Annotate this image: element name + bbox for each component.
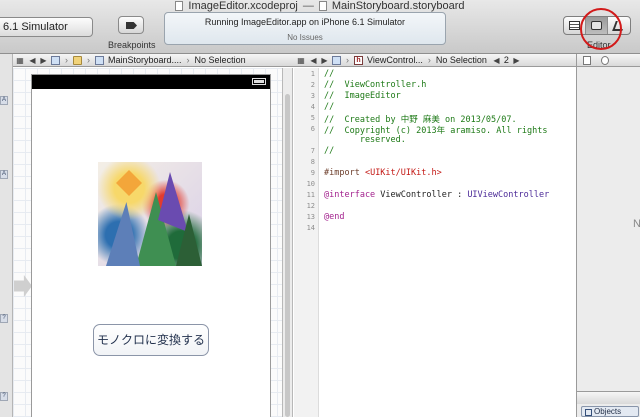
file-inspector-icon[interactable] <box>583 56 591 65</box>
line-number: 14 <box>306 224 315 232</box>
previous-counterpart-icon[interactable]: ◀ <box>491 56 502 65</box>
title-separator: — <box>302 0 314 12</box>
import-directive: #import <box>324 168 360 178</box>
window-titlebar: ImageEditor.xcodeproj — MainStoryboard.s… <box>0 0 640 54</box>
activity-status: Running ImageEditor.app on iPhone 6.1 Si… <box>204 17 406 27</box>
code-line-end: @end <box>324 212 345 222</box>
code-line: // <box>324 146 335 156</box>
gutter-tab-3[interactable]: ? <box>0 314 8 323</box>
storyboard-canvas[interactable]: モノクロに変換する <box>13 68 282 417</box>
line-number: 9 <box>310 169 315 177</box>
utilities-area: N Objects <box>576 54 640 417</box>
related-items-icon[interactable]: ▦ <box>13 56 27 65</box>
status-bar <box>32 75 270 89</box>
gutter-tab-1[interactable]: A <box>0 96 8 105</box>
forward-arrow-icon[interactable]: ▶ <box>319 56 330 65</box>
line-number: 10 <box>306 180 315 188</box>
gutter-tab-2[interactable]: A <box>0 170 8 179</box>
code-line: // <box>324 102 335 112</box>
jump-separator: › <box>427 55 431 65</box>
breakpoints-label: Breakpoints <box>108 40 156 50</box>
view-controller-scene[interactable]: モノクロに変換する <box>31 74 271 417</box>
forward-arrow-icon[interactable]: ▶ <box>38 56 49 65</box>
line-number: 11 <box>306 191 315 199</box>
line-number-gutter: 1 2 3 4 5 6 7 8 9 10 11 12 13 14 <box>294 68 319 417</box>
project-icon[interactable] <box>51 55 60 65</box>
initial-scene-arrow-icon <box>14 275 32 297</box>
import-path: <UIKit/UIKit.h> <box>364 168 442 178</box>
header-file-icon[interactable]: h <box>354 55 363 65</box>
gutter-tab-4[interactable]: ? <box>0 392 8 401</box>
line-number: 12 <box>306 202 315 210</box>
related-items-icon[interactable]: ▦ <box>294 56 308 65</box>
window-title: ImageEditor.xcodeproj — MainStoryboard.s… <box>0 0 640 12</box>
line-number: 3 <box>310 92 315 100</box>
jump-bar-selection[interactable]: No Selection <box>434 55 489 65</box>
convert-monochrome-button[interactable]: モノクロに変換する <box>93 324 209 356</box>
code-line-import: #import <UIKit/UIKit.h> <box>324 168 442 178</box>
next-counterpart-icon[interactable]: ▶ <box>511 56 522 65</box>
storyboard-file-icon <box>318 1 327 11</box>
jump-separator: › <box>186 55 190 65</box>
battery-icon <box>252 78 266 85</box>
library-tab-bar <box>577 391 640 404</box>
navigator-gutter: A A ? ? <box>0 54 13 417</box>
quick-help-icon[interactable] <box>601 56 609 65</box>
jump-bar-file[interactable]: ViewControl... <box>365 55 425 65</box>
jump-separator: › <box>346 55 349 65</box>
code-line: // ImageEditor <box>324 91 401 101</box>
line-number: 7 <box>310 147 315 155</box>
code-jump-bar: ▦ ◀ ▶ › h ViewControl... › No Selection … <box>294 54 576 67</box>
storyboard-icon[interactable] <box>95 55 104 65</box>
image-view[interactable] <box>98 162 202 266</box>
jump-separator: › <box>65 55 68 65</box>
code-line: reserved. <box>324 135 406 145</box>
line-number: 4 <box>310 103 315 111</box>
line-number: 5 <box>310 114 315 122</box>
code-line: // ViewController.h <box>324 80 427 90</box>
highlight-circle-annotation <box>580 8 622 50</box>
code-line-interface: @interface ViewController : UIViewContro… <box>324 190 549 200</box>
canvas-scrollbar[interactable] <box>285 94 290 417</box>
jump-separator: › <box>87 55 90 65</box>
storyboard-jump-bar: ▦ ◀ ▶ › › MainStoryboard.... › No Select… <box>13 54 294 67</box>
line-number: 2 <box>310 81 315 89</box>
breakpoints-button[interactable] <box>118 16 144 34</box>
folder-icon[interactable] <box>73 55 82 65</box>
jump-bar-selection[interactable]: No Selection <box>193 55 248 65</box>
back-arrow-icon[interactable]: ◀ <box>308 56 319 65</box>
standard-editor-icon <box>569 21 580 30</box>
editor-split-divider[interactable] <box>282 68 293 417</box>
activity-viewer: Running ImageEditor.app on iPhone 6.1 Si… <box>164 12 446 45</box>
scheme-selector[interactable]: 6.1 Simulator <box>0 17 93 37</box>
counterparts-icon[interactable] <box>332 55 341 65</box>
line-number: 13 <box>306 213 315 221</box>
inspector-tabs <box>577 54 640 67</box>
project-file-name: ImageEditor.xcodeproj <box>188 0 298 12</box>
class-declaration: ViewController : <box>375 190 468 200</box>
line-number: 1 <box>310 70 315 78</box>
superclass-name: UIViewController <box>467 190 550 200</box>
line-number: 6 <box>310 125 315 133</box>
objects-library-selector[interactable]: Objects <box>581 406 639 417</box>
line-number: 8 <box>310 158 315 166</box>
storyboard-file-name: MainStoryboard.storyboard <box>331 0 465 12</box>
activity-issues: No Issues <box>287 33 323 42</box>
back-arrow-icon[interactable]: ◀ <box>27 56 38 65</box>
inspector-placeholder: N <box>633 218 640 230</box>
interface-keyword: @interface <box>324 190 376 200</box>
counterpart-counter: 2 <box>503 55 509 65</box>
code-editor[interactable]: 1 2 3 4 5 6 7 8 9 10 11 12 13 14 // // V… <box>294 68 576 417</box>
project-file-icon <box>175 1 184 11</box>
jump-bar-file[interactable]: MainStoryboard.... <box>106 55 184 65</box>
code-line: // <box>324 69 335 79</box>
